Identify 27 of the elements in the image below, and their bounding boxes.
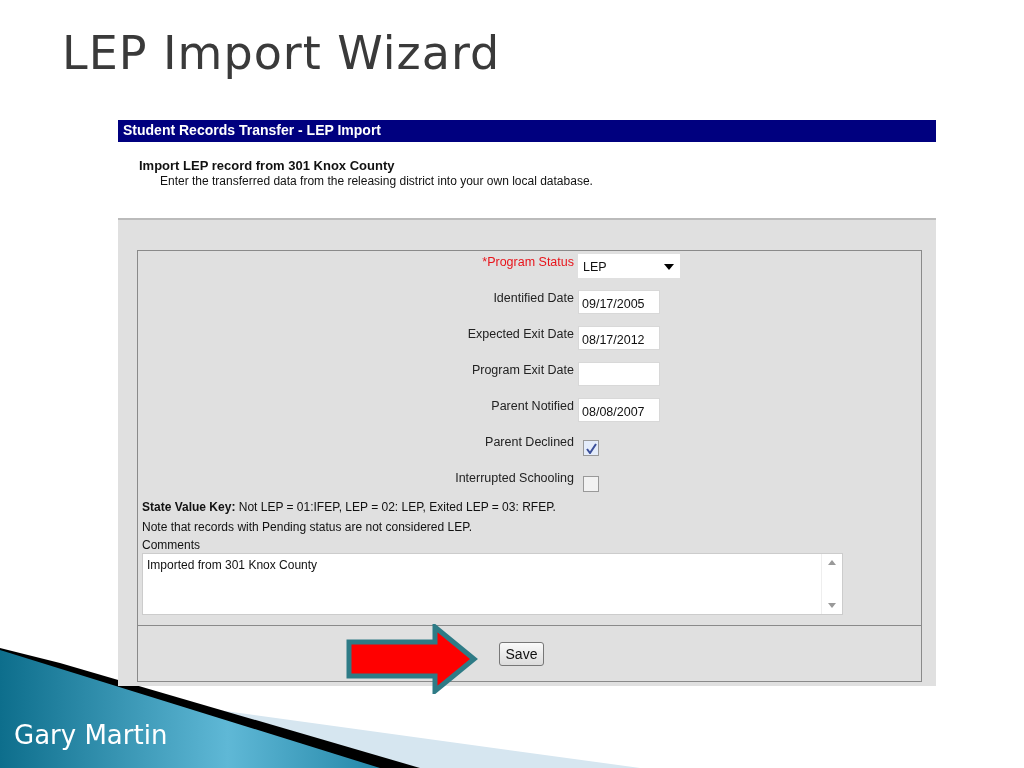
date-field[interactable]: 08/08/2007 [578, 398, 660, 422]
intro-description: Enter the transferred data from the releasing district into your own local database. [159, 174, 594, 188]
field-label: *Program Status [482, 254, 574, 269]
author-name: Gary Martin [14, 720, 168, 750]
program-status-select[interactable]: LEP [578, 254, 680, 278]
window-title: Student Records Transfer - LEP Import [118, 120, 936, 142]
field-label: Parent Notified [491, 398, 574, 413]
date-field[interactable] [578, 362, 660, 386]
checkbox[interactable] [583, 440, 599, 456]
note-text: Note that records with Pending status are not considered LEP. [142, 519, 473, 536]
comments-field[interactable]: Imported from 301 Knox County [142, 553, 843, 615]
caret-icon [664, 264, 674, 270]
comments-label: Comments [142, 537, 201, 553]
slide-title: LEP Import Wizard [61, 25, 502, 82]
field-label: Identified Date [493, 290, 574, 305]
scroll-up-icon[interactable] [828, 560, 836, 565]
intro-heading: Import LEP record from 301 Knox County [139, 158, 396, 173]
field-label: Expected Exit Date [467, 326, 574, 341]
field-label: Interrupted Schooling [455, 470, 574, 485]
scroll-down-icon[interactable] [828, 603, 836, 608]
date-field[interactable]: 09/17/2005 [578, 290, 660, 314]
save-button[interactable]: Save [498, 641, 545, 666]
checkbox[interactable] [583, 476, 599, 492]
note-text: State Value Key: Not LEP = 01:IFEP, LEP = 02: LEP, Exited LEP = 03: RFEP. [142, 499, 557, 516]
field-label: Parent Declined [485, 434, 574, 449]
date-field[interactable]: 08/17/2012 [578, 326, 660, 350]
field-label: Program Exit Date [471, 362, 574, 377]
